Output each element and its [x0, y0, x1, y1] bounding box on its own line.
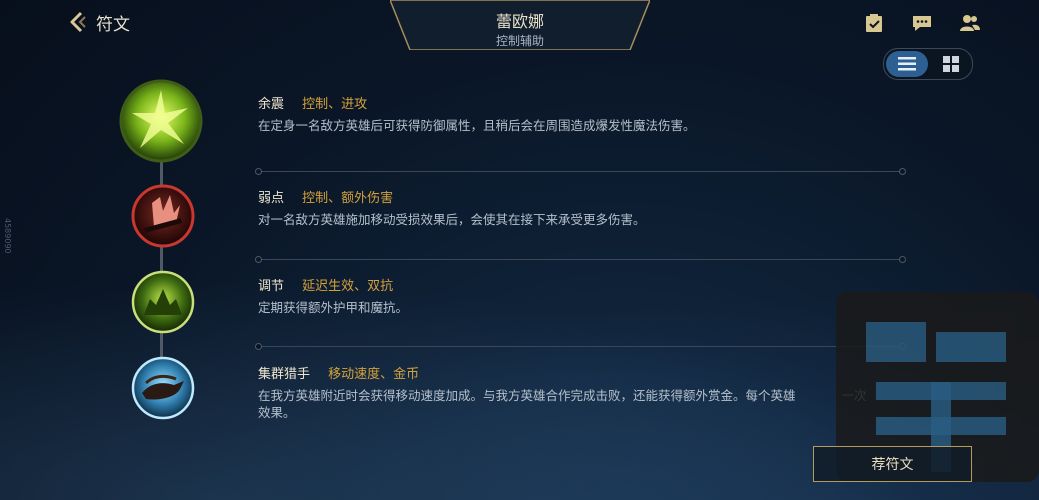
- chat-icon[interactable]: [911, 12, 933, 34]
- divider: [255, 343, 906, 350]
- champion-role: 控制辅助: [495, 34, 544, 48]
- page-title: 符文: [96, 14, 130, 35]
- rune-description-line2: 效果。: [258, 405, 296, 420]
- rune-description: 对一名敌方英雄施加移动受损效果后，会使其在接下来承受更多伤害。: [258, 212, 646, 227]
- back-chevron-icon: [70, 11, 86, 33]
- rune-description-line: 在我方英雄附近时会获得移动速度加成。与我方英雄合作完成击败，还能获得额外赏金。每…: [258, 388, 796, 403]
- friends-icon[interactable]: [959, 12, 981, 34]
- rune-tags: 控制、额外伤害: [302, 191, 394, 206]
- list-view-button[interactable]: [886, 51, 928, 77]
- side-id-text: 4589090: [3, 218, 12, 254]
- view-toggle: [883, 48, 973, 80]
- checklist-icon[interactable]: [863, 12, 885, 34]
- rune-tags: 移动速度、金币: [328, 367, 420, 382]
- top-right-icons: [863, 12, 981, 34]
- rune-tags: 延迟生效、双抗: [302, 279, 394, 294]
- rune-entry: 调节 延迟生效、双抗 定期获得额外护甲和魔抗。: [258, 278, 918, 316]
- rune-description: 在定身一名敌方英雄后可获得防御属性，且稍后会在周围造成爆发性魔法伤害。: [258, 118, 696, 133]
- rune-entry: 集群猎手 移动速度、金币 在我方英雄附近时会获得移动速度加成。与我方英雄合作完成…: [258, 366, 918, 421]
- list-view-icon: [898, 57, 916, 71]
- champion-name: 蕾欧娜: [495, 12, 544, 31]
- cheap-shot-icon[interactable]: [130, 183, 196, 249]
- rune-tags: 控制、进攻: [302, 97, 368, 112]
- conditioning-icon[interactable]: [130, 269, 196, 335]
- divider: [255, 168, 906, 175]
- back-button[interactable]: 符文: [66, 8, 130, 36]
- ultimate-hunter-icon[interactable]: [130, 355, 196, 421]
- divider: [255, 256, 906, 263]
- grid-view-button[interactable]: [930, 49, 972, 79]
- rune-entry: 弱点 控制、额外伤害 对一名敌方英雄施加移动受损效果后，会使其在接下来承受更多伤…: [258, 190, 918, 228]
- rune-name: 余震: [258, 97, 285, 112]
- rune-name: 弱点: [258, 191, 285, 206]
- recommend-runes-button[interactable]: 荐符文: [813, 446, 972, 482]
- rune-description: 在我方英雄附近时会获得移动速度加成。与我方英雄合作完成击败，还能获得额外赏金。每…: [258, 387, 918, 421]
- rune-name: 调节: [258, 279, 285, 294]
- aftershock-icon[interactable]: [118, 78, 204, 164]
- rune-name: 集群猎手: [258, 367, 311, 382]
- top-bar: 符文 蕾欧娜 控制辅助: [0, 0, 1039, 50]
- rune-description: 定期获得额外护甲和魔抗。: [258, 300, 409, 315]
- champion-header: 蕾欧娜 控制辅助: [390, 0, 650, 50]
- rune-entry: 余震 控制、进攻 在定身一名敌方英雄后可获得防御属性，且稍后会在周围造成爆发性魔…: [258, 96, 918, 134]
- grid-view-icon: [943, 56, 959, 72]
